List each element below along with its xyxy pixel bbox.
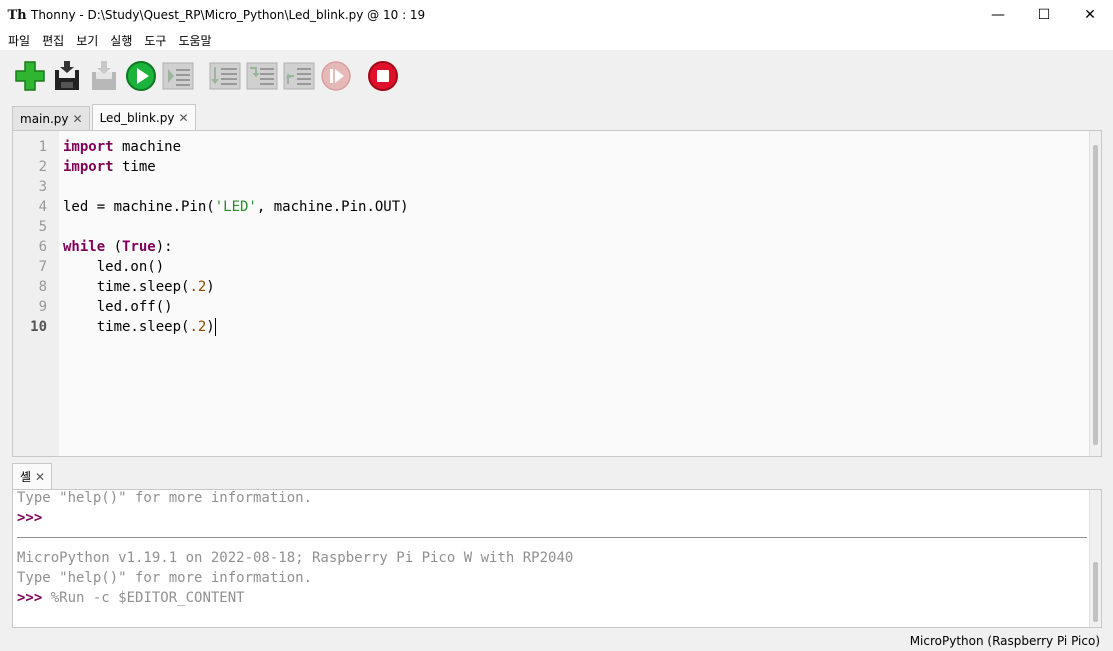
tab-main-py[interactable]: main.py ✕ xyxy=(12,106,90,130)
close-tab-icon[interactable]: ✕ xyxy=(35,470,45,484)
code-line: time.sleep(.2) xyxy=(63,318,216,336)
stop-button[interactable] xyxy=(365,58,401,94)
code-line: led.off() xyxy=(63,299,173,315)
menu-tools[interactable]: 도구 xyxy=(138,32,172,49)
toolbar xyxy=(0,50,1113,102)
close-tab-icon[interactable]: ✕ xyxy=(178,111,188,125)
stop-icon xyxy=(368,61,398,91)
scrollbar-thumb[interactable] xyxy=(1093,562,1098,622)
maximize-button[interactable]: ☐ xyxy=(1021,0,1067,30)
shell-command: %Run -c $EDITOR_CONTENT xyxy=(50,590,245,606)
code-line: import time xyxy=(63,159,156,175)
shell-prompt: >>> xyxy=(17,510,43,526)
editor-tab-bar: main.py ✕ Led_blink.py ✕ xyxy=(12,104,198,130)
window-title: Thonny - D:\Study\Quest_RP\Micro_Python\… xyxy=(31,8,426,22)
shell-console[interactable]: Type "help()" for more information. >>> … xyxy=(12,489,1102,628)
status-bar: MicroPython (Raspberry Pi Pico) xyxy=(0,630,1113,651)
load-button[interactable] xyxy=(86,58,122,94)
scrollbar-thumb[interactable] xyxy=(1093,145,1098,445)
load-icon xyxy=(92,61,116,90)
resume-button[interactable] xyxy=(318,58,354,94)
code-line: time.sleep(.2) xyxy=(63,279,215,295)
editor-scrollbar[interactable] xyxy=(1089,131,1101,456)
line-number: 9 xyxy=(38,299,47,315)
menu-help[interactable]: 도움말 xyxy=(172,32,217,49)
close-window-button[interactable]: ✕ xyxy=(1067,0,1113,30)
line-number: 8 xyxy=(38,279,47,295)
line-number: 1 xyxy=(38,139,47,155)
shell-prompt-line: >>> xyxy=(13,508,1101,528)
line-number-current: 10 xyxy=(30,319,47,335)
line-number: 4 xyxy=(38,199,47,215)
tab-label: 셸 xyxy=(20,470,32,484)
run-button[interactable] xyxy=(123,58,159,94)
shell-tab-bar: 셸 ✕ xyxy=(12,463,54,489)
code-line: while (True): xyxy=(63,239,173,255)
menu-edit[interactable]: 편집 xyxy=(36,32,70,49)
shell-output-line: Type "help()" for more information. xyxy=(17,570,313,586)
new-file-icon xyxy=(15,61,45,91)
menu-file[interactable]: 파일 xyxy=(2,32,36,49)
step-into-button[interactable] xyxy=(244,58,280,94)
menu-bar: 파일 편집 보기 실행 도구 도움말 xyxy=(0,30,1113,50)
tab-shell[interactable]: 셸 ✕ xyxy=(12,463,53,489)
shell-banner: MicroPython v1.19.1 on 2022-08-18; Raspb… xyxy=(17,550,574,566)
shell-output-line: Type "help()" for more information. xyxy=(17,490,313,506)
shell-separator xyxy=(17,537,1087,538)
shell-input-line[interactable]: >>> %Run -c $EDITOR_CONTENT xyxy=(13,588,1101,608)
new-file-button[interactable] xyxy=(12,58,48,94)
line-number: 5 xyxy=(38,219,47,235)
step-over-button[interactable] xyxy=(207,58,243,94)
code-editor[interactable]: 1 2 3 4 5 6 7 8 9 10 import machine impo… xyxy=(12,130,1102,457)
shell-prompt: >>> xyxy=(17,590,43,606)
save-button[interactable] xyxy=(49,58,85,94)
title-bar: Th Thonny - D:\Study\Quest_RP\Micro_Pyth… xyxy=(0,0,1113,30)
resume-icon xyxy=(321,61,351,91)
step-out-button[interactable] xyxy=(281,58,317,94)
step-out-icon xyxy=(283,62,315,90)
interpreter-selector[interactable]: MicroPython (Raspberry Pi Pico) xyxy=(910,634,1100,648)
step-into-icon xyxy=(246,62,278,90)
window-controls: — ☐ ✕ xyxy=(975,0,1113,30)
code-line: led.on() xyxy=(63,259,165,275)
shell-scrollbar[interactable] xyxy=(1089,490,1101,627)
code-text-area[interactable]: import machine import time led = machine… xyxy=(59,131,1101,456)
tab-led-blink-py[interactable]: Led_blink.py ✕ xyxy=(91,104,196,130)
line-number-gutter: 1 2 3 4 5 6 7 8 9 10 xyxy=(13,131,59,456)
line-number: 2 xyxy=(38,159,47,175)
step-over-icon xyxy=(209,62,241,90)
line-number: 6 xyxy=(38,239,47,255)
text-cursor xyxy=(214,318,216,336)
line-number: 3 xyxy=(38,179,47,195)
menu-view[interactable]: 보기 xyxy=(70,32,104,49)
tab-label: main.py xyxy=(20,111,69,126)
tab-label: Led_blink.py xyxy=(99,110,175,125)
debug-icon xyxy=(162,62,194,90)
minimize-button[interactable]: — xyxy=(975,0,1021,30)
line-number: 7 xyxy=(38,259,47,275)
code-line: import machine xyxy=(63,139,182,155)
code-line: led = machine.Pin('LED', machine.Pin.OUT… xyxy=(63,199,409,215)
menu-run[interactable]: 실행 xyxy=(104,32,138,49)
close-tab-icon[interactable]: ✕ xyxy=(73,112,83,126)
save-icon xyxy=(55,61,79,90)
thonny-logo-icon: Th xyxy=(7,7,27,23)
debug-button[interactable] xyxy=(160,58,196,94)
run-icon xyxy=(126,61,156,91)
